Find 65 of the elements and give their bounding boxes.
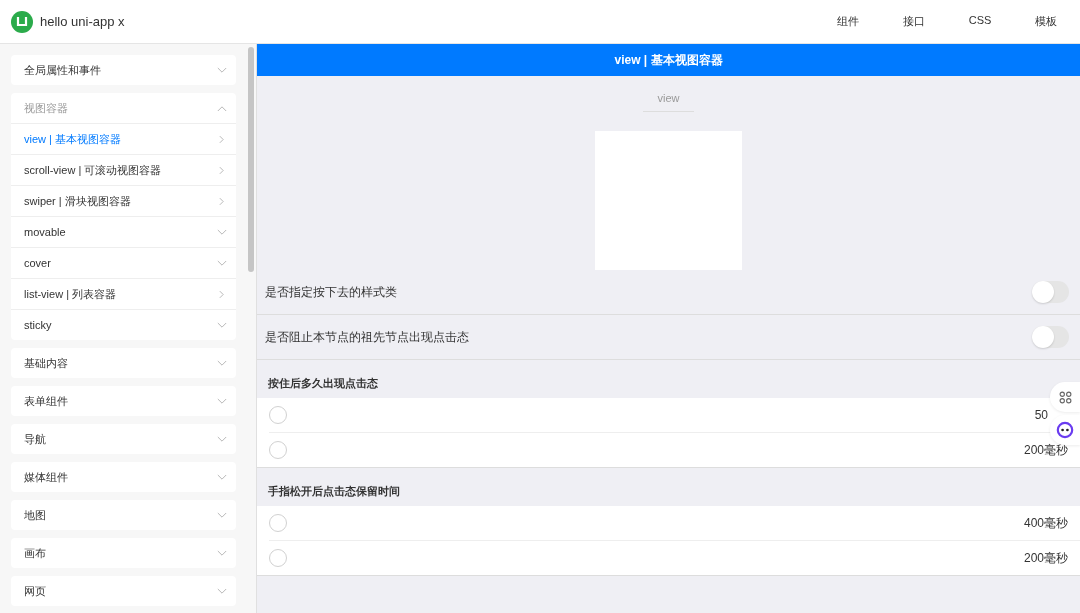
radio-circle[interactable]: [269, 406, 287, 424]
chevron-right-icon: [219, 134, 224, 144]
menu-group[interactable]: 导航: [11, 424, 236, 454]
group-label: 全局属性和事件: [24, 62, 101, 78]
toggle-switch[interactable]: [1032, 326, 1069, 348]
demo-label: view: [643, 92, 694, 112]
scrollbar-thumb[interactable]: [248, 47, 254, 272]
radio-circle[interactable]: [269, 549, 287, 567]
page-title: view | 基本视图容器: [614, 51, 723, 69]
logo-icon: [11, 10, 33, 33]
radio-circle[interactable]: [269, 441, 287, 459]
menu-group[interactable]: 全局属性和事件: [11, 55, 236, 85]
menu-item[interactable]: sticky: [11, 309, 236, 340]
menu-group[interactable]: 表单组件: [11, 386, 236, 416]
chevron-icon: [217, 228, 227, 236]
item-label: scroll-view | 可滚动视图容器: [24, 162, 162, 178]
menu-group[interactable]: 基础内容: [11, 348, 236, 378]
section-title: 手指松开后点击态保留时间: [268, 484, 400, 499]
chevron-icon: [217, 259, 227, 267]
item-label: sticky: [24, 319, 52, 331]
menu-item[interactable]: swiper | 滑块视图容器: [11, 185, 236, 216]
item-label: swiper | 滑块视图容器: [24, 193, 131, 209]
nav-tab[interactable]: 接口: [881, 14, 947, 29]
item-label: view | 基本视图容器: [24, 131, 121, 147]
item-label: list-view | 列表容器: [24, 286, 117, 302]
robot-face-icon: [1056, 421, 1074, 439]
menu-group[interactable]: 网页: [11, 576, 236, 606]
chevron-icon: [217, 321, 227, 329]
toggle-label: 是否指定按下去的样式类: [265, 283, 397, 301]
chevron-right-icon: [219, 289, 224, 299]
menu-item[interactable]: view | 基本视图容器: [11, 123, 236, 154]
menu-group[interactable]: 媒体组件: [11, 462, 236, 492]
toggle-switch[interactable]: [1032, 281, 1069, 303]
group-label: 基础内容: [24, 355, 68, 371]
group-label: 媒体组件: [24, 469, 68, 485]
nav-tab[interactable]: 模板: [1013, 14, 1079, 29]
menu-item[interactable]: cover: [11, 247, 236, 278]
assistant-button[interactable]: [1050, 415, 1080, 445]
grid-button[interactable]: [1050, 382, 1080, 412]
option-value: 400毫秒: [1023, 514, 1068, 532]
radio-circle[interactable]: [269, 514, 287, 532]
group-label: 表单组件: [24, 393, 68, 409]
group-label: 画布: [24, 545, 46, 561]
option-value: 50: [1034, 408, 1048, 422]
item-label: movable: [24, 226, 66, 238]
item-label: cover: [24, 257, 51, 269]
group-label: 网页: [24, 583, 46, 599]
option-value: 200毫秒: [1023, 441, 1068, 459]
toggle-label: 是否阻止本节点的祖先节点出现点击态: [265, 328, 469, 346]
chevron-right-icon: [219, 196, 224, 206]
menu-item[interactable]: movable: [11, 216, 236, 247]
nav-tab[interactable]: CSS: [947, 14, 1013, 29]
section-title: 按住后多久出现点击态: [268, 376, 378, 391]
menu-group[interactable]: 地图: [11, 500, 236, 530]
nav-tab[interactable]: 组件: [815, 14, 881, 29]
chevron-right-icon: [219, 165, 224, 175]
grid-icon: [1058, 390, 1072, 404]
option-value: 200毫秒: [1023, 549, 1068, 567]
menu-group[interactable]: 画布: [11, 538, 236, 568]
group-label: 地图: [24, 507, 46, 523]
group-label: 导航: [24, 431, 46, 447]
app-title: hello uni-app x: [40, 14, 125, 29]
menu-item[interactable]: scroll-view | 可滚动视图容器: [11, 154, 236, 185]
group-label: 视图容器: [24, 100, 68, 116]
menu-item[interactable]: list-view | 列表容器: [11, 278, 236, 309]
